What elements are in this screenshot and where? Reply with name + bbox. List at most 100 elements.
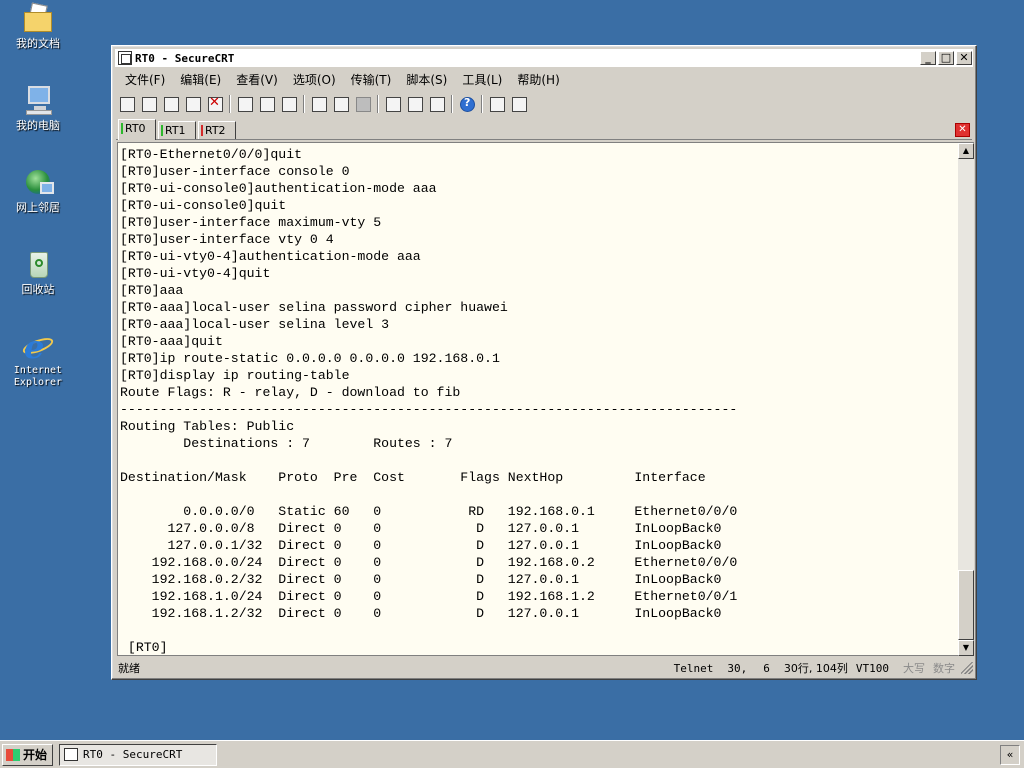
session-tab-bar: RT0 RT1 RT2 ✕ bbox=[116, 119, 972, 140]
toolbar-separator bbox=[451, 95, 453, 113]
desktop-icon-label: Internet Explorer bbox=[13, 365, 63, 388]
network-places-icon bbox=[22, 166, 54, 198]
connect-icon[interactable] bbox=[117, 94, 137, 114]
session-options-icon[interactable] bbox=[383, 94, 403, 114]
quick-connect-icon[interactable] bbox=[139, 94, 159, 114]
tab-label: RT0 bbox=[125, 122, 146, 135]
terminal-line: [RT0]user-interface maximum-vty 5 bbox=[120, 215, 382, 230]
terminal-line: [RT0]ip route-static 0.0.0.0 0.0.0.0 192… bbox=[120, 351, 500, 366]
desktop-icon-my-documents[interactable]: 我的文档 bbox=[6, 2, 70, 50]
tab-label: RT1 bbox=[165, 124, 186, 137]
status-protocol: Telnet bbox=[673, 661, 714, 675]
securecrt-app-icon[interactable] bbox=[118, 51, 132, 65]
my-documents-icon bbox=[22, 2, 54, 34]
menu-tools[interactable]: 工具(L) bbox=[462, 71, 502, 88]
status-emulation: VT100 bbox=[855, 661, 889, 675]
close-button[interactable]: ✕ bbox=[956, 51, 972, 65]
desktop-icon-recycle-bin[interactable]: 回收站 bbox=[6, 248, 70, 296]
desktop-icon-network-places[interactable]: 网上邻居 bbox=[6, 166, 70, 214]
status-num: 数字 bbox=[933, 662, 955, 675]
print-icon[interactable] bbox=[309, 94, 329, 114]
tab-rt2[interactable]: RT2 bbox=[198, 121, 236, 139]
keyboard-icon[interactable] bbox=[487, 94, 507, 114]
terminal-line: Route Flags: R - relay, D - download to … bbox=[120, 385, 461, 400]
print-selection-icon[interactable] bbox=[331, 94, 351, 114]
menu-file[interactable]: 文件(F) bbox=[125, 71, 165, 88]
status-ready: 就绪 bbox=[118, 662, 140, 675]
maximize-button[interactable]: □ bbox=[938, 51, 954, 65]
toolbar bbox=[117, 92, 973, 116]
menu-bar: 文件(F) 编辑(E) 查看(V) 选项(O) 传输(T) 脚本(S) 工具(L… bbox=[115, 69, 973, 89]
terminal-line: Destination/Mask Proto Pre Cost Flags Ne… bbox=[120, 470, 706, 485]
menu-script[interactable]: 脚本(S) bbox=[406, 71, 447, 88]
taskbar-item-securecrt[interactable]: RT0 - SecureCRT bbox=[59, 743, 218, 766]
close-tab-icon[interactable]: ✕ bbox=[955, 123, 970, 137]
terminal-line: 192.168.1.2/32 Direct 0 0 D 127.0.0.1 In… bbox=[120, 606, 722, 621]
taskbar: 开始 RT0 - SecureCRT « bbox=[0, 740, 1024, 768]
terminal-line: [RT0-ui-vty0-4]quit bbox=[120, 266, 271, 281]
tab-label: RT2 bbox=[205, 124, 226, 137]
terminal-line: 192.168.0.2/32 Direct 0 0 D 127.0.0.1 In… bbox=[120, 572, 722, 587]
terminal-line: [RT0-Ethernet0/0/0]quit bbox=[120, 147, 303, 162]
vertical-scrollbar[interactable]: ▲ ▼ bbox=[958, 142, 974, 656]
terminal-line: [RT0-aaa]quit bbox=[120, 334, 223, 349]
window-title: RT0 - SecureCRT bbox=[135, 51, 235, 65]
terminal-line: 192.168.1.0/24 Direct 0 0 D 192.168.1.2 … bbox=[120, 589, 738, 604]
toolbar-separator bbox=[377, 95, 379, 113]
terminal-line: [RT0]user-interface vty 0 4 bbox=[120, 232, 334, 247]
menu-edit[interactable]: 编辑(E) bbox=[180, 71, 221, 88]
scroll-down-icon[interactable]: ▼ bbox=[958, 640, 974, 656]
tab-status-mark bbox=[161, 125, 163, 136]
help-icon[interactable] bbox=[457, 94, 477, 114]
tray-expand-button[interactable]: « bbox=[1000, 744, 1020, 765]
title-bar[interactable]: RT0 - SecureCRT _ □ ✕ bbox=[115, 49, 973, 67]
securecrt-task-icon bbox=[64, 748, 79, 761]
scroll-thumb[interactable] bbox=[958, 570, 974, 640]
securecrt-window: RT0 - SecureCRT _ □ ✕ 文件(F) 编辑(E) 查看(V) … bbox=[111, 45, 977, 680]
terminal-line: [RT0-ui-console0]authentication-mode aaa bbox=[120, 181, 437, 196]
minimize-button[interactable]: _ bbox=[920, 51, 936, 65]
resize-grip[interactable] bbox=[961, 662, 973, 674]
my-computer-icon bbox=[22, 84, 54, 116]
tab-rt0[interactable]: RT0 bbox=[118, 119, 156, 140]
toolbar-dropdown-icon[interactable] bbox=[509, 94, 527, 114]
terminal-line: [RT0]user-interface console 0 bbox=[120, 164, 350, 179]
windows-flag-icon bbox=[6, 748, 20, 761]
terminal-line: [RT0-ui-console0]quit bbox=[120, 198, 287, 213]
tab-rt1[interactable]: RT1 bbox=[158, 121, 196, 139]
find-icon[interactable] bbox=[279, 94, 299, 114]
paste-icon[interactable] bbox=[257, 94, 277, 114]
connect-in-tab-icon[interactable] bbox=[161, 94, 181, 114]
keymap-icon[interactable] bbox=[427, 94, 447, 114]
start-button[interactable]: 开始 bbox=[2, 743, 54, 766]
desktop-icon-internet-explorer[interactable]: e Internet Explorer bbox=[6, 330, 70, 389]
toolbar-separator bbox=[303, 95, 305, 113]
copy-icon[interactable] bbox=[235, 94, 255, 114]
disconnect-icon[interactable] bbox=[205, 94, 225, 114]
terminal-output[interactable]: [RT0-Ethernet0/0/0]quit [RT0]user-interfa… bbox=[117, 142, 958, 656]
menu-view[interactable]: 查看(V) bbox=[236, 71, 278, 88]
recycle-bin-icon bbox=[22, 248, 54, 280]
terminal-line: ----------------------------------------… bbox=[120, 402, 738, 417]
terminal-line: [RT0]display ip routing-table bbox=[120, 368, 350, 383]
terminal-lines: [RT0-Ethernet0/0/0]quit [RT0]user-interfa… bbox=[120, 146, 738, 655]
desktop-icon-my-computer[interactable]: 我的电脑 bbox=[6, 84, 70, 132]
terminal-line: [RT0-aaa]local-user selina password ciph… bbox=[120, 300, 508, 315]
reconnect-icon[interactable] bbox=[183, 94, 203, 114]
menu-help[interactable]: 帮助(H) bbox=[517, 71, 559, 88]
desktop-icon-label: 我的电脑 bbox=[16, 119, 60, 132]
global-options-icon[interactable] bbox=[405, 94, 425, 114]
taskbar-item-label: RT0 - SecureCRT bbox=[83, 748, 183, 761]
terminal-line: Destinations : 7 Routes : 7 bbox=[120, 436, 453, 451]
scroll-up-icon[interactable]: ▲ bbox=[958, 143, 974, 159]
menu-options[interactable]: 选项(O) bbox=[293, 71, 336, 88]
menu-transfer[interactable]: 传输(T) bbox=[351, 71, 392, 88]
desktop-icon-label: 网上邻居 bbox=[16, 201, 60, 214]
printer-icon[interactable] bbox=[353, 94, 373, 114]
terminal-line: [RT0]aaa bbox=[120, 283, 184, 298]
terminal-line: Routing Tables: Public bbox=[120, 419, 295, 434]
status-size: 30行, 104列 bbox=[783, 662, 848, 675]
